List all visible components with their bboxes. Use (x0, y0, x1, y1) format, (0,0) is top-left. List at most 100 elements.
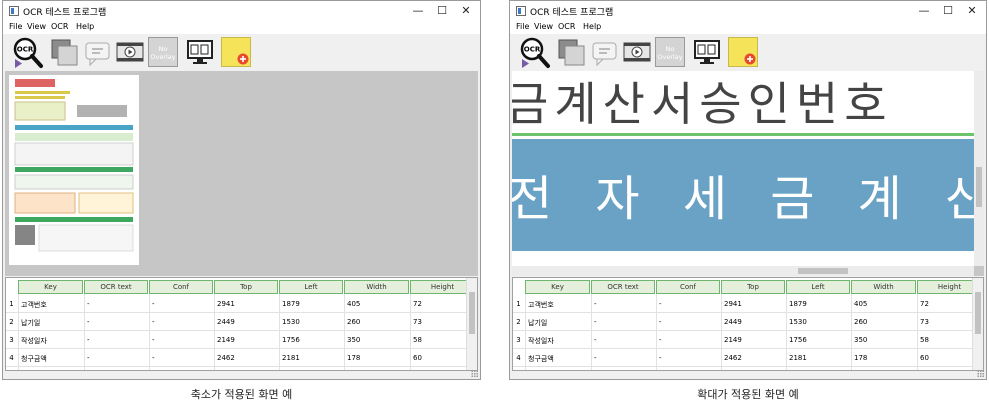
maximize-button[interactable]: ☐ (434, 3, 450, 19)
table-cell[interactable]: 2149 (217, 336, 235, 344)
column-header-left[interactable]: Left (786, 280, 850, 294)
table-cell[interactable]: - (594, 300, 597, 308)
table-cell[interactable]: 2181 (282, 354, 300, 362)
table-cell[interactable]: 고객번호 (21, 300, 47, 310)
table-cell[interactable]: 178 (347, 354, 360, 362)
table-cell[interactable]: - (152, 336, 155, 344)
table-cell[interactable]: 58 (920, 336, 929, 344)
table-cell[interactable]: - (659, 318, 662, 326)
table-cell[interactable]: 1756 (282, 336, 300, 344)
table-cell[interactable]: 고객번호 (528, 300, 554, 310)
column-header-conf[interactable]: Conf (656, 280, 720, 294)
ocr-tooltip-button[interactable] (590, 37, 620, 67)
table-row[interactable]: 3 작성일자 - - 2149 1756 350 58 (513, 331, 982, 348)
menu-ocr[interactable]: OCR (51, 22, 68, 31)
table-cell[interactable]: 2149 (724, 336, 742, 344)
table-cell[interactable]: 72 (920, 300, 929, 308)
table-cell[interactable]: 60 (413, 354, 422, 362)
table-cell[interactable]: 작성일자 (21, 336, 47, 346)
table-cell[interactable]: - (659, 336, 662, 344)
column-header-key[interactable]: Key (18, 280, 83, 294)
table-cell[interactable]: 2941 (217, 300, 235, 308)
table-cell[interactable]: 405 (854, 300, 867, 308)
table-row[interactable]: 4 청구금액 - - 2462 2181 178 60 (6, 349, 475, 366)
table-cell[interactable]: 1879 (282, 300, 300, 308)
table-cell[interactable]: - (87, 300, 90, 308)
title-bar[interactable]: OCR 테스트 프로그램 — ☐ ✕ (510, 1, 986, 21)
table-cell[interactable]: 405 (347, 300, 360, 308)
table-cell[interactable]: 납기일 (21, 318, 40, 328)
maximize-button[interactable]: ☐ (940, 3, 956, 19)
table-cell[interactable]: 2941 (724, 300, 742, 308)
table-cell[interactable]: 260 (854, 318, 867, 326)
column-header-left[interactable]: Left (279, 280, 343, 294)
ocr-search-button[interactable]: OCR (12, 37, 43, 68)
monitor-ab-button[interactable] (185, 37, 215, 67)
table-cell[interactable]: - (152, 354, 155, 362)
add-note-button[interactable] (221, 37, 251, 67)
table-cell[interactable]: - (152, 318, 155, 326)
film-play-button[interactable] (622, 37, 652, 67)
table-cell[interactable]: 청구금액 (528, 354, 554, 364)
image-viewer[interactable]: 금계산서승인번호 전 자 세 금 계 산 (512, 71, 984, 276)
table-cell[interactable]: 73 (413, 318, 422, 326)
no-overlay-button[interactable]: No Overlay (655, 37, 685, 67)
table-cell[interactable]: 60 (920, 354, 929, 362)
overlay-image-button[interactable] (556, 37, 586, 67)
menu-view[interactable]: View (27, 22, 46, 31)
add-note-button[interactable] (728, 37, 758, 67)
table-cell[interactable]: 1530 (282, 318, 300, 326)
table-cell[interactable]: 청구금액 (21, 354, 47, 364)
column-header-width[interactable]: Width (851, 280, 916, 294)
menu-help[interactable]: Help (76, 22, 94, 31)
title-bar[interactable]: OCR 테스트 프로그램 — ☐ ✕ (3, 1, 480, 21)
minimize-button[interactable]: — (916, 3, 932, 19)
canvas-horizontal-scrollbar[interactable] (512, 266, 974, 276)
column-header-top[interactable]: Top (214, 280, 278, 294)
menu-ocr[interactable]: OCR (558, 22, 575, 31)
table-cell[interactable]: - (87, 336, 90, 344)
grid-vertical-scrollbar[interactable] (972, 278, 983, 370)
table-cell[interactable]: - (152, 300, 155, 308)
column-header-top[interactable]: Top (721, 280, 785, 294)
table-cell[interactable]: 58 (413, 336, 422, 344)
table-cell[interactable]: 작성일자 (528, 336, 554, 346)
table-row[interactable]: 1 고객번호 - - 2941 1879 405 72 (513, 295, 982, 312)
table-cell[interactable]: 납기일 (528, 318, 547, 328)
table-cell[interactable]: - (659, 354, 662, 362)
table-cell[interactable]: 2181 (789, 354, 807, 362)
column-header-width[interactable]: Width (344, 280, 409, 294)
table-cell[interactable]: 1530 (789, 318, 807, 326)
table-cell[interactable]: 72 (413, 300, 422, 308)
table-cell[interactable]: 350 (347, 336, 360, 344)
menu-file[interactable]: File (9, 22, 22, 31)
table-row[interactable]: 4 청구금액 - - 2462 2181 178 60 (513, 349, 982, 366)
close-button[interactable]: ✕ (964, 3, 980, 19)
table-cell[interactable]: 350 (854, 336, 867, 344)
table-cell[interactable]: 2462 (724, 354, 742, 362)
table-cell[interactable]: 260 (347, 318, 360, 326)
table-cell[interactable]: 1756 (789, 336, 807, 344)
minimize-button[interactable]: — (410, 3, 426, 19)
ocr-search-button[interactable]: OCR (519, 37, 550, 68)
resize-grip[interactable] (977, 370, 984, 377)
canvas-vertical-scrollbar[interactable] (974, 71, 984, 266)
monitor-ab-button[interactable] (692, 37, 722, 67)
table-cell[interactable]: - (659, 300, 662, 308)
image-viewer[interactable] (5, 71, 478, 276)
column-header-ocr-text[interactable]: OCR text (591, 280, 655, 294)
table-cell[interactable]: - (594, 318, 597, 326)
column-header-ocr-text[interactable]: OCR text (84, 280, 148, 294)
film-play-button[interactable] (115, 37, 145, 67)
menu-file[interactable]: File (516, 22, 529, 31)
table-cell[interactable]: 2449 (724, 318, 742, 326)
table-row[interactable]: 1 고객번호 - - 2941 1879 405 72 (6, 295, 475, 312)
table-cell[interactable]: - (87, 318, 90, 326)
table-cell[interactable]: 1879 (789, 300, 807, 308)
table-cell[interactable]: - (594, 354, 597, 362)
table-cell[interactable]: - (87, 354, 90, 362)
column-header-key[interactable]: Key (525, 280, 590, 294)
ocr-tooltip-button[interactable] (83, 37, 113, 67)
column-header-conf[interactable]: Conf (149, 280, 213, 294)
table-cell[interactable]: 73 (920, 318, 929, 326)
